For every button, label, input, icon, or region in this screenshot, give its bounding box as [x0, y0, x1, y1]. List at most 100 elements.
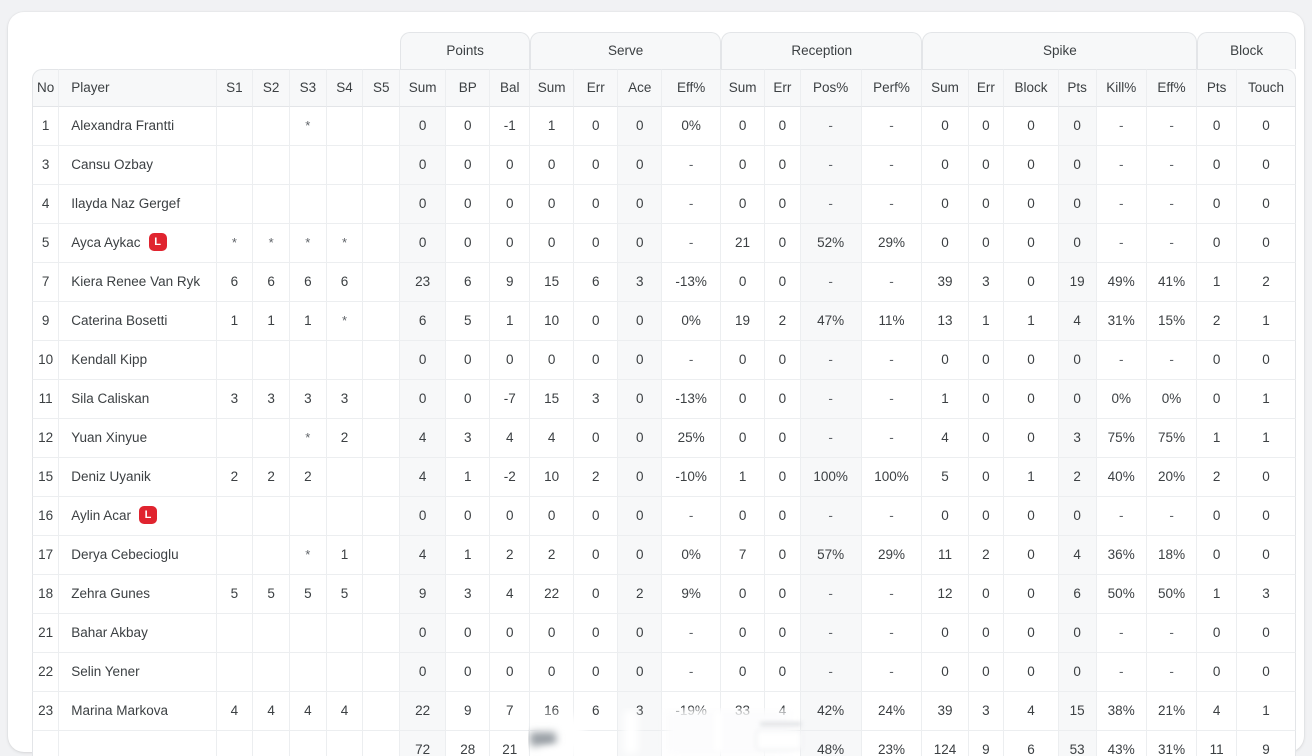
table-row: 3 Cansu Ozbay 0 0 0 0 0 0-0 0- -0 0 0 0- -0 0 — [32, 146, 1296, 185]
group-header-spike: Spike — [922, 32, 1198, 69]
player-statistics-table: Points Serve Reception Spike Block No Player S… — [32, 32, 1296, 756]
stat-cell-bp-8: 3 — [446, 575, 491, 614]
totals-cell-err-15 — [765, 731, 801, 756]
stat-cell-s4-5: 1 — [326, 536, 364, 575]
stat-cell-pospct-16: 100% — [800, 458, 862, 497]
stat-cell-s5-6 — [363, 614, 401, 653]
stat-cell-err-11: 0 — [574, 575, 619, 614]
stat-cell-s3-4 — [289, 146, 327, 185]
stat-cell-err-11: 2 — [574, 458, 619, 497]
stat-cell-s4-5: 6 — [326, 263, 364, 302]
stat-cell-s3-4: * — [289, 419, 327, 458]
stat-cell-err-11: 0 — [574, 146, 619, 185]
stat-cell-err-19: 0 — [968, 107, 1005, 146]
stat-cell-s2-3: 4 — [253, 692, 290, 731]
stat-cell-sum-10: 0 — [530, 146, 575, 185]
stat-cell-killpct-22: 0% — [1096, 380, 1147, 419]
stat-cell-s2-3: 2 — [253, 458, 290, 497]
stat-cell-perfpct-17: - — [861, 614, 923, 653]
stat-cell-s4-5: * — [326, 302, 364, 341]
stat-cell-s5-6 — [363, 419, 401, 458]
stat-cell-err-11: 0 — [574, 419, 619, 458]
stat-cell-err-15: 0 — [765, 107, 801, 146]
column-header-s2-3: S2 — [253, 69, 290, 107]
stat-cell-sum-7: 0 — [400, 185, 447, 224]
stat-cell-killpct-22: - — [1096, 146, 1147, 185]
stat-cell-s3-4 — [289, 497, 327, 536]
player-name-cell: Bahar Akbay — [59, 614, 217, 653]
stat-cell-pts-21: 3 — [1058, 419, 1097, 458]
totals-cell-err-11 — [574, 731, 619, 756]
stat-cell-sum-7: 0 — [400, 653, 447, 692]
stat-cell-ace-12: 0 — [618, 146, 663, 185]
stat-cell-block-20: 0 — [1004, 497, 1059, 536]
stat-cell-s4-5 — [326, 107, 364, 146]
stat-cell-pospct-16: 52% — [800, 224, 862, 263]
stat-cell-s2-3: 6 — [253, 263, 290, 302]
stat-cell-bp-8: 0 — [446, 497, 491, 536]
stat-cell-s5-6 — [363, 224, 401, 263]
stat-cell-s2-3: 1 — [253, 302, 290, 341]
table-row: 23 Marina Markova 4 4 4 4 22 9 7 16 6 3 -19% 33 4 42% 24… — [32, 692, 1296, 731]
stat-cell-ace-12: 0 — [618, 653, 663, 692]
column-header-sum-18: Sum — [922, 69, 969, 107]
stat-cell-sum-18: 1 — [922, 380, 969, 419]
totals-cell-sum-14 — [721, 731, 766, 756]
stat-cell-effpct-23: 20% — [1146, 458, 1198, 497]
stat-cell-s4-5: 3 — [326, 380, 364, 419]
stat-cell-no-0: 3 — [32, 146, 60, 185]
group-header-serve: Serve — [530, 32, 722, 69]
stat-cell-block-20: 0 — [1004, 575, 1059, 614]
stat-cell-killpct-22: - — [1096, 224, 1147, 263]
player-name-cell: Marina Markova — [59, 692, 217, 731]
stat-cell-s3-4: * — [289, 224, 327, 263]
stat-cell-err-15: 0 — [765, 263, 801, 302]
stat-cell-effpct-13: - — [662, 146, 722, 185]
stat-cell-s1-2: 1 — [216, 302, 254, 341]
player-name-cell: Kiera Renee Van Ryk — [59, 263, 217, 302]
player-name: Alexandra Frantti — [71, 118, 175, 133]
stat-cell-ace-12: 3 — [618, 692, 663, 731]
stat-cell-s5-6 — [363, 575, 401, 614]
stat-cell-perfpct-17: - — [861, 575, 923, 614]
stat-cell-s3-4 — [289, 185, 327, 224]
stat-cell-sum-10: 0 — [530, 185, 575, 224]
stat-cell-bp-8: 0 — [446, 146, 491, 185]
stat-cell-s2-3 — [253, 185, 290, 224]
stat-cell-err-15: 2 — [765, 302, 801, 341]
stat-cell-block-20: 0 — [1004, 536, 1059, 575]
stat-cell-bal-9: 0 — [490, 146, 531, 185]
stat-cell-sum-7: 22 — [400, 692, 447, 731]
stat-cell-err-19: 0 — [968, 458, 1005, 497]
stat-cell-bp-8: 1 — [446, 458, 491, 497]
stat-cell-s1-2 — [216, 536, 254, 575]
stat-cell-sum-10: 0 — [530, 497, 575, 536]
stat-cell-sum-14: 0 — [721, 146, 766, 185]
stat-cell-err-15: 4 — [765, 692, 801, 731]
group-header-row: Points Serve Reception Spike Block — [32, 32, 1296, 69]
stat-cell-err-19: 3 — [968, 692, 1005, 731]
stat-cell-pts-21: 0 — [1058, 224, 1097, 263]
table-row: 5 Ayca Aykac L * * * * 0 0 0 0 0 0-21 0 52% 29% 0 0 0 0- -0 0 — [32, 224, 1296, 263]
stat-cell-effpct-13: - — [662, 341, 722, 380]
stat-cell-pts-21: 2 — [1058, 458, 1097, 497]
stat-cell-sum-10: 10 — [530, 302, 575, 341]
stat-cell-pts-21: 19 — [1058, 263, 1097, 302]
stat-cell-sum-10: 0 — [530, 614, 575, 653]
stat-cell-effpct-13: -13% — [662, 263, 722, 302]
group-header-block: Block — [1197, 32, 1296, 69]
stat-cell-sum-7: 0 — [400, 224, 447, 263]
stat-cell-pts-24: 2 — [1197, 302, 1238, 341]
stat-cell-err-19: 2 — [968, 536, 1005, 575]
table-row: 22 Selin Yener 0 0 0 0 0 0-0 0- -0 0 0 0- -0 0 — [32, 653, 1296, 692]
stat-cell-s2-3 — [253, 497, 290, 536]
table-row: 16 Aylin Acar L 0 0 0 0 0 0-0 0- -0 0 0 0- -0 0 — [32, 497, 1296, 536]
stat-cell-err-19: 0 — [968, 146, 1005, 185]
stat-cell-pts-24: 0 — [1197, 107, 1238, 146]
stat-cell-sum-7: 23 — [400, 263, 447, 302]
stat-cell-pts-21: 0 — [1058, 380, 1097, 419]
table-body: 1 Alexandra Frantti * 0 0 -1 1 0 0 0% 0 0- -0 0 0 0- -0 0… — [32, 107, 1296, 756]
totals-cell-ace-12 — [618, 731, 663, 756]
player-name-cell: Yuan Xinyue — [59, 419, 217, 458]
stat-cell-bal-9: 0 — [490, 185, 531, 224]
